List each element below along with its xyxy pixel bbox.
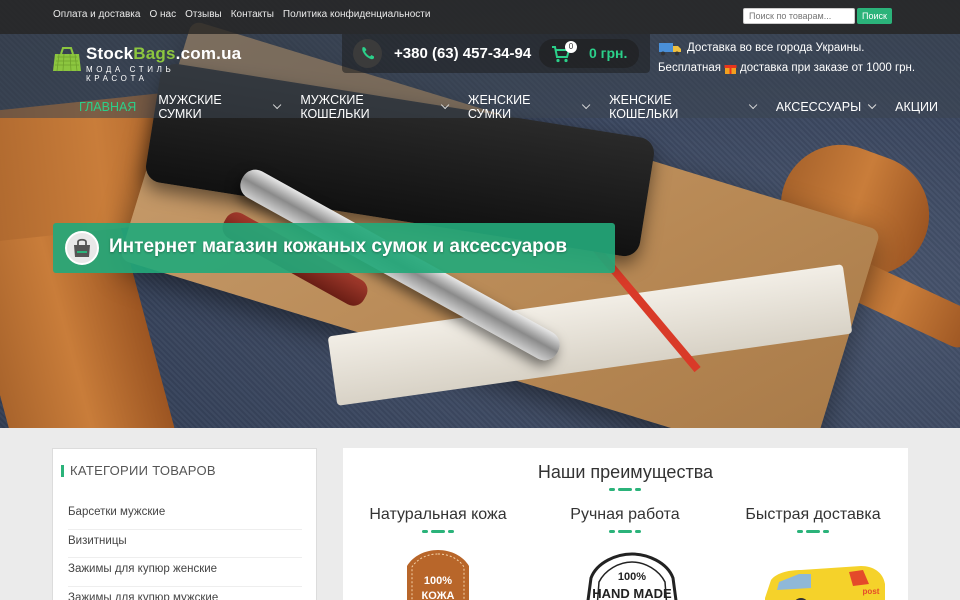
nav-item-label: АКЦИИ <box>895 100 938 114</box>
top-link-privacy[interactable]: Политика конфиденциальности <box>283 9 431 20</box>
top-bar: Оплата и доставка О нас Отзывы Контакты … <box>0 0 960 34</box>
advantage-title: Быстрая доставка <box>745 506 881 523</box>
advantages-title: Наши преимущества <box>537 462 714 482</box>
phone-icon <box>353 39 382 68</box>
top-links: Оплата и доставка О нас Отзывы Контакты … <box>53 9 430 20</box>
delivery-line-2b: доставка при заказе от 1000 грн. <box>740 62 916 74</box>
category-item[interactable]: Барсетки мужские <box>68 501 302 530</box>
advantage-divider <box>422 530 454 533</box>
advantage-divider <box>797 530 829 533</box>
svg-text:HAND MADE: HAND MADE <box>592 586 672 600</box>
contact-box: +380 (63) 457-34-94 0 0 грн. <box>342 34 650 73</box>
nav-item-label: ЖЕНСКИЕ СУМКИ <box>467 93 531 121</box>
categories-header-bar <box>61 464 64 477</box>
top-link-about[interactable]: О нас <box>149 9 176 20</box>
truck-icon <box>659 43 681 56</box>
categories-header: КАТЕГОРИИ ТОВАРОВ <box>61 463 216 478</box>
advantage-title: Ручная работа <box>570 506 680 523</box>
categories-panel: КАТЕГОРИИ ТОВАРОВ Барсетки мужские Визит… <box>52 448 317 600</box>
cart-button[interactable]: 0 0 грн. <box>539 39 639 68</box>
delivery-line-2a: Бесплатная <box>658 62 722 74</box>
shopping-bag-icon <box>65 231 99 265</box>
delivery-van-icon: post <box>765 566 885 600</box>
chevron-down-icon <box>748 100 758 110</box>
category-item[interactable]: Зажимы для купюр мужские <box>68 587 302 600</box>
cart-count-badge: 0 <box>565 41 577 53</box>
svg-text:100%: 100% <box>618 571 646 583</box>
main-nav: ГЛАВНАЯ МУЖСКИЕ СУМКИ МУЖСКИЕ КОШЕЛЬКИ ЖЕНС… <box>0 83 960 121</box>
chevron-down-icon <box>868 100 877 110</box>
nav-item[interactable]: МУЖСКИЕ КОШЕЛЬКИ <box>300 93 450 121</box>
delivery-info: Доставка во все города Украины. Бесплатн… <box>658 38 915 78</box>
nav-item[interactable]: ЖЕНСКИЕ СУМКИ <box>467 93 591 121</box>
top-link-reviews[interactable]: Отзывы <box>185 9 222 20</box>
nav-item-label: ГЛАВНАЯ <box>79 100 137 114</box>
nav-item-label: МУЖСКИЕ СУМКИ <box>158 93 222 121</box>
logo-tagline: МОДА СТИЛЬ КРАСОТА <box>86 65 175 83</box>
nav-item[interactable]: АКСЕССУАРЫ <box>775 93 877 121</box>
search-input[interactable] <box>743 8 855 24</box>
nav-item-label: АКСЕССУАРЫ <box>775 100 862 114</box>
svg-text:100%: 100% <box>424 575 452 587</box>
phone-number[interactable]: +380 (63) 457-34-94 <box>394 45 531 62</box>
banner-text: Интернет магазин кожаных сумок и аксессу… <box>109 236 568 257</box>
nav-item[interactable]: МУЖСКИЕ СУМКИ <box>158 93 282 121</box>
leather-badge-icon: 100% КОЖА <box>407 550 469 600</box>
header: StockBags.com.ua МОДА СТИЛЬ КРАСОТА +380… <box>0 34 960 83</box>
nav-item[interactable]: АКЦИИ <box>895 93 938 121</box>
cart-sum: 0 грн. <box>589 45 628 61</box>
advantage-title: Натуральная кожа <box>369 506 507 523</box>
advantage-handmade: Ручная работа <box>530 506 720 533</box>
top-link-contacts[interactable]: Контакты <box>231 9 274 20</box>
delivery-line-1: Доставка во все города Украины. <box>687 42 865 54</box>
chevron-down-icon <box>273 100 282 110</box>
nav-item-label: ЖЕНСКИЕ КОШЕЛЬКИ <box>609 93 679 121</box>
svg-text:post: post <box>863 587 880 596</box>
chevron-down-icon <box>582 100 591 110</box>
nav-item-label: МУЖСКИЕ КОШЕЛЬКИ <box>300 93 370 121</box>
svg-text:КОЖА: КОЖА <box>421 590 454 600</box>
handmade-stamp-icon: 100% HAND MADE <box>586 552 678 600</box>
advantages-panel: Наши преимущества Натуральная кожа Ручна… <box>343 448 908 600</box>
search-button[interactable]: Поиск <box>857 8 892 24</box>
advantage-leather: Натуральная кожа <box>343 506 533 533</box>
bag-logo-icon <box>53 47 81 72</box>
top-link-payment[interactable]: Оплата и доставка <box>53 9 140 20</box>
search-form: Поиск <box>743 8 892 24</box>
categories-title: КАТЕГОРИИ ТОВАРОВ <box>70 463 216 478</box>
logo-name: StockBags.com.ua <box>86 44 242 63</box>
title-divider <box>609 488 641 491</box>
hero-banner: Интернет магазин кожаных сумок и аксессу… <box>53 223 615 273</box>
nav-item[interactable]: ЖЕНСКИЕ КОШЕЛЬКИ <box>609 93 758 121</box>
chevron-down-icon <box>440 100 450 110</box>
category-item[interactable]: Визитницы <box>68 530 302 558</box>
gift-icon <box>724 64 737 74</box>
categories-list: Барсетки мужские Визитницы Зажимы для ку… <box>68 501 302 600</box>
site-logo[interactable]: StockBags.com.ua МОДА СТИЛЬ КРАСОТА <box>52 42 241 83</box>
advantage-delivery: Быстрая доставка <box>718 506 908 533</box>
nav-item[interactable]: ГЛАВНАЯ <box>79 93 136 121</box>
advantage-divider <box>609 530 641 533</box>
category-item[interactable]: Зажимы для купюр женские <box>68 558 302 587</box>
nav-list: ГЛАВНАЯ МУЖСКИЕ СУМКИ МУЖСКИЕ КОШЕЛЬКИ ЖЕНС… <box>79 93 960 121</box>
